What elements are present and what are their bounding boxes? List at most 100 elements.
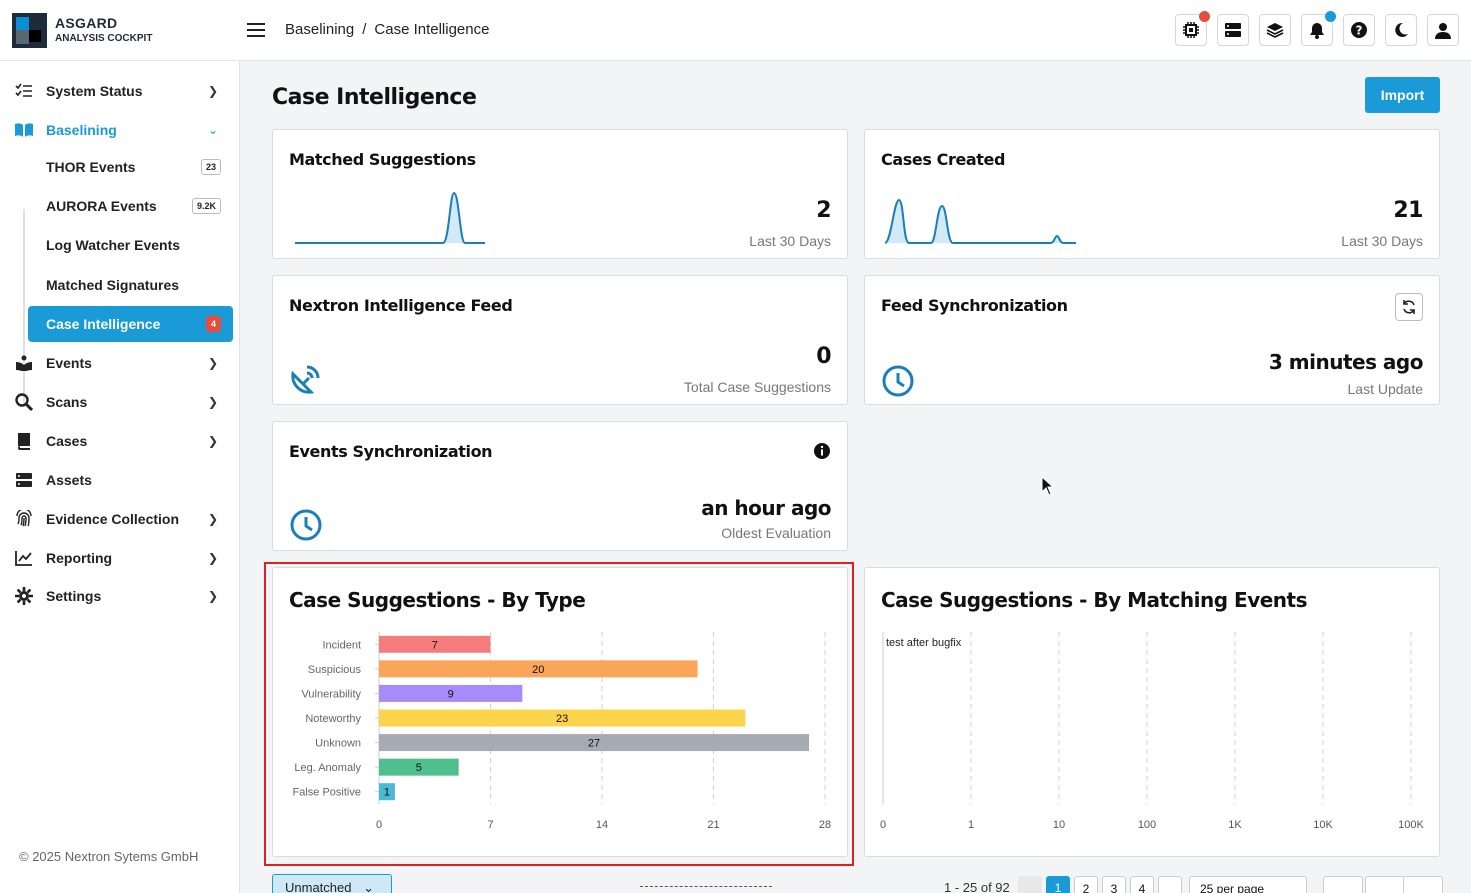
table-settings-button[interactable] xyxy=(1403,876,1443,893)
page-1-button[interactable]: 1 xyxy=(1046,876,1070,893)
sidebar-item-scans[interactable]: Scans ❯ xyxy=(12,384,234,420)
fingerprint-icon xyxy=(14,509,34,529)
card-title: Nextron Intelligence Feed xyxy=(289,296,513,315)
sidebar-item-label: Baselining xyxy=(46,122,117,138)
theme-toggle-button[interactable] xyxy=(1385,14,1417,46)
refresh-sync-button[interactable] xyxy=(1395,293,1423,321)
gear-icon xyxy=(14,586,34,606)
sidebar-item-label: System Status xyxy=(46,83,143,99)
servers-button[interactable] xyxy=(1217,14,1249,46)
server-icon xyxy=(14,470,34,490)
chevron-right-icon: ❯ xyxy=(207,356,218,370)
user-menu-button[interactable] xyxy=(1427,14,1459,46)
kpi-caption: Last 30 Days xyxy=(1341,233,1423,249)
menu-toggle-icon[interactable] xyxy=(247,23,265,37)
x-tick-label: 10 xyxy=(1053,819,1065,831)
sparkline-matched xyxy=(295,191,485,244)
page-title: Case Intelligence xyxy=(272,85,477,110)
agent-status-button[interactable] xyxy=(1175,11,1210,46)
card-title: Events Synchronization xyxy=(289,442,493,461)
cases-created-card: Cases Created 21 Last 30 Days xyxy=(864,129,1440,259)
selection-highlight xyxy=(264,562,854,866)
filter-value: Unmatched xyxy=(285,880,352,893)
svg-text:?: ? xyxy=(1356,24,1363,38)
kpi-value: an hour ago xyxy=(701,496,831,520)
sidebar-item-baselining[interactable]: Baselining ⌄ xyxy=(12,112,234,148)
help-button[interactable]: ? xyxy=(1343,14,1375,46)
chevron-down-icon: ⌄ xyxy=(363,880,375,893)
sidebar-subitem-case-intelligence[interactable]: Case Intelligence 4 xyxy=(28,306,233,342)
next-page-button[interactable] xyxy=(1158,876,1182,893)
chevron-right-icon: ❯ xyxy=(207,551,218,565)
events-sync-card: Events Synchronization an hour ago Oldes… xyxy=(272,421,848,551)
sidebar-item-label: Events xyxy=(46,355,92,371)
kpi-value: 3 minutes ago xyxy=(1268,350,1424,374)
chip-icon xyxy=(1183,22,1199,38)
sidebar-subitem-thor-events[interactable]: THOR Events 23 xyxy=(28,149,233,185)
x-tick-label: 0 xyxy=(880,819,886,831)
book-open-icon xyxy=(14,120,34,140)
chevron-right-icon: ❯ xyxy=(207,395,218,409)
chevron-right-icon: ❯ xyxy=(207,512,218,526)
sidebar-item-events[interactable]: Events ❯ xyxy=(12,345,234,381)
search-icon xyxy=(14,392,34,412)
clock-icon xyxy=(882,365,914,397)
import-button[interactable]: Import xyxy=(1365,77,1440,113)
y-tick-label: test after bugfix xyxy=(886,637,962,649)
collapse-button[interactable] xyxy=(1365,876,1405,893)
count-badge: 4 xyxy=(205,316,221,332)
layers-button[interactable] xyxy=(1259,14,1291,46)
sidebar-item-label: Settings xyxy=(46,588,102,604)
kpi-value: 21 xyxy=(1393,198,1423,223)
kpi-value: 2 xyxy=(816,198,831,223)
breadcrumb-current: Case Intelligence xyxy=(374,21,490,38)
kpi-value: 0 xyxy=(816,344,831,369)
sidebar-item-evidence-collection[interactable]: Evidence Collection ❯ xyxy=(12,501,234,537)
sidebar-item-reporting[interactable]: Reporting ❯ xyxy=(12,540,234,576)
page-2-button[interactable]: 2 xyxy=(1074,876,1098,893)
notifications-button[interactable] xyxy=(1301,11,1336,46)
matched-suggestions-card: Matched Suggestions 2 Last 30 Days xyxy=(272,129,848,259)
sidebar: System Status ❯ Baselining ⌄ THOR Events… xyxy=(0,61,240,893)
bell-icon xyxy=(1310,22,1324,39)
kpi-caption: Last Update xyxy=(1347,381,1424,397)
user-icon xyxy=(1435,22,1451,39)
main-content: Case Intelligence Import Matched Suggest… xyxy=(240,61,1471,893)
bar-chart-by-events: 0 1 10 100 1K 10K 100K test after bugfix xyxy=(880,632,1425,831)
sidebar-item-label: Evidence Collection xyxy=(46,511,180,527)
sidebar-item-settings[interactable]: Settings ❯ xyxy=(12,578,234,614)
sidebar-subitem-log-watcher-events[interactable]: Log Watcher Events xyxy=(28,227,233,263)
prev-page-button[interactable] xyxy=(1018,876,1042,893)
page-4-button[interactable]: 4 xyxy=(1130,876,1154,893)
info-icon[interactable] xyxy=(813,442,831,460)
card-title: Feed Synchronization xyxy=(881,296,1068,315)
mouse-cursor-icon xyxy=(1041,476,1055,496)
sidebar-subitem-label: Matched Signatures xyxy=(46,277,180,293)
sidebar-item-label: Reporting xyxy=(46,550,113,566)
refresh-icon xyxy=(1403,300,1415,314)
page-3-button[interactable]: 3 xyxy=(1102,876,1126,893)
sidebar-item-assets[interactable]: Assets xyxy=(12,462,234,498)
feed-sync-card: Feed Synchronization 3 minutes ago Last … xyxy=(864,275,1440,405)
chevron-right-icon: ❯ xyxy=(207,84,218,98)
x-tick-label: 1K xyxy=(1228,819,1242,831)
sidebar-subitem-matched-signatures[interactable]: Matched Signatures xyxy=(28,267,233,303)
x-tick-label: 100 xyxy=(1138,819,1156,831)
sidebar-item-system-status[interactable]: System Status ❯ xyxy=(12,73,234,109)
status-filter-select[interactable]: Unmatched ⌄ xyxy=(272,874,392,893)
kpi-caption: Last 30 Days xyxy=(749,233,831,249)
refresh-table-button[interactable] xyxy=(1323,876,1363,893)
app-logo[interactable]: ASGARD ANALYSIS COCKPIT xyxy=(12,13,172,49)
alert-dot xyxy=(1199,11,1210,22)
sidebar-subitem-aurora-events[interactable]: AURORA Events 9.2K xyxy=(28,188,233,224)
per-page-select[interactable]: 25 per page xyxy=(1189,876,1307,893)
sidebar-subitem-label: AURORA Events xyxy=(46,198,157,214)
chevron-right-icon: ❯ xyxy=(207,589,218,603)
logo-title: ASGARD xyxy=(55,15,118,31)
sidebar-item-cases[interactable]: Cases ❯ xyxy=(12,423,234,459)
breadcrumb-baselining[interactable]: Baselining xyxy=(285,21,354,38)
top-bar: ASGARD ANALYSIS COCKPIT Baselining / Case … xyxy=(0,0,1471,61)
kpi-caption: Total Case Suggestions xyxy=(683,379,831,395)
sidebar-subitem-label: THOR Events xyxy=(46,159,136,175)
help-icon: ? xyxy=(1351,22,1367,38)
